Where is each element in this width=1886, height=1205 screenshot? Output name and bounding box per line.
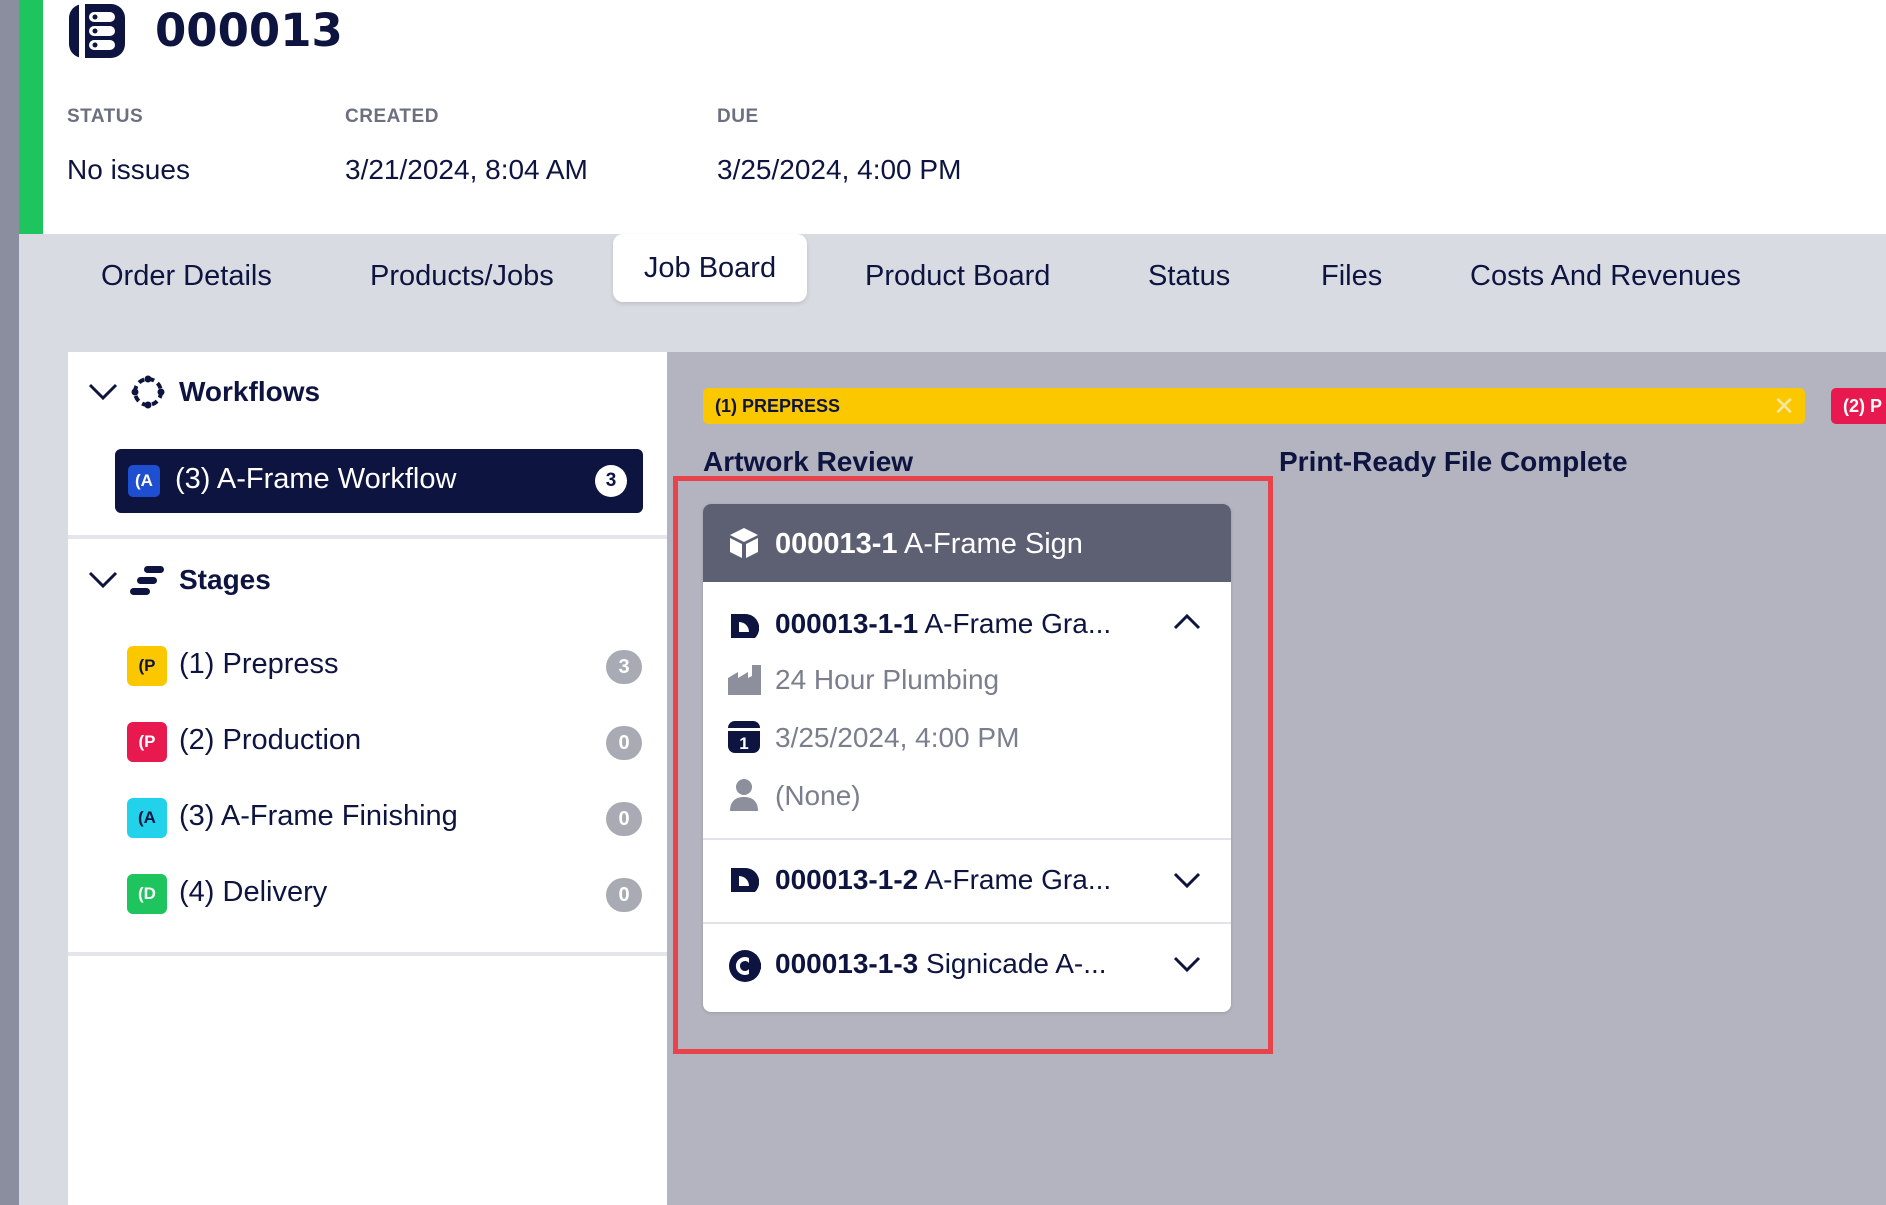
stages-title: Stages — [179, 564, 271, 595]
job-title: 000013-1-1 A-Frame Gra... — [775, 608, 1111, 640]
tab-costs-and-revenues[interactable]: Costs And Revenues — [1470, 248, 1741, 304]
tab-product-board[interactable]: Product Board — [865, 248, 1050, 304]
stage-item-production[interactable]: (P (2) Production 0 — [127, 718, 642, 762]
job-id: 000013-1-1 — [775, 608, 919, 639]
workflows-title: Workflows — [179, 376, 321, 407]
job-name: A-Frame Gra... — [924, 608, 1112, 639]
artwork-icon — [727, 610, 759, 642]
job-title: 000013-1-2 A-Frame Gra... — [775, 864, 1111, 896]
order-number: 000013 — [155, 4, 343, 57]
tab-files[interactable]: Files — [1321, 248, 1382, 304]
chevron-down-icon[interactable] — [88, 570, 118, 590]
product-name: A-Frame Sign — [904, 528, 1083, 560]
stage-label: (2) Production — [179, 724, 362, 756]
workflow-icon — [130, 374, 166, 410]
column-title-artwork-review: Artwork Review — [703, 446, 914, 477]
job-customer: 24 Hour Plumbing — [775, 664, 1000, 695]
chevron-down-icon[interactable] — [1173, 870, 1201, 890]
stage-count: 0 — [606, 726, 642, 760]
workflow-count: 3 — [595, 465, 627, 497]
job-due-date: 3/25/2024, 4:00 PM — [775, 722, 1020, 753]
stage-header-production: (2) P — [1831, 388, 1886, 424]
signicade-icon — [727, 948, 763, 984]
stage-item-prepress[interactable]: (P (1) Prepress 3 — [127, 642, 642, 686]
box-icon — [727, 526, 761, 560]
svg-text:1: 1 — [739, 734, 748, 753]
workflow-label: (3) A-Frame Workflow — [175, 463, 457, 495]
filter-sidebar: Workflows (A (3) A-Frame Workflow 3 Stag… — [68, 352, 667, 1205]
stage-badge: (P — [127, 646, 167, 686]
stage-item-delivery[interactable]: (D (4) Delivery 0 — [127, 870, 642, 914]
section-divider — [68, 952, 667, 956]
job-name: Signicade A-... — [926, 948, 1107, 979]
stage-item-a-frame-finishing[interactable]: (A (3) A-Frame Finishing 0 — [127, 794, 642, 838]
tab-job-board[interactable]: Job Board — [613, 234, 807, 302]
job-id: 000013-1-3 — [775, 948, 919, 979]
tab-order-details[interactable]: Order Details — [101, 248, 272, 304]
status-label: STATUS — [67, 106, 144, 127]
workflow-badge: (A — [128, 465, 160, 497]
tab-status[interactable]: Status — [1148, 248, 1230, 304]
created-value: 3/21/2024, 8:04 AM — [345, 154, 588, 185]
left-edge-strip — [0, 0, 19, 1205]
chevron-down-icon[interactable] — [1173, 954, 1201, 974]
due-label: DUE — [717, 106, 759, 127]
stage-header-prepress: (1) PREPRESS ✕ — [703, 388, 1805, 424]
tab-products-jobs[interactable]: Products/Jobs — [370, 248, 554, 304]
chevron-up-icon[interactable] — [1173, 612, 1201, 632]
job-id: 000013-1-2 — [775, 864, 919, 895]
close-icon[interactable]: ✕ — [1773, 393, 1795, 419]
stage-label: (1) Prepress — [179, 648, 339, 680]
factory-icon — [727, 664, 763, 696]
stage-count: 3 — [606, 650, 642, 684]
stage-count: 0 — [606, 878, 642, 912]
calendar-icon: 1 — [727, 720, 761, 754]
status-value: No issues — [67, 154, 190, 185]
job-name: A-Frame Gra... — [924, 864, 1112, 895]
stage-header-label: (1) PREPRESS — [715, 396, 841, 416]
column-title-print-ready: Print-Ready File Complete — [1279, 446, 1628, 477]
stage-count: 0 — [606, 802, 642, 836]
stage-badge: (D — [127, 874, 167, 914]
stages-icon — [130, 564, 166, 598]
job-row-2[interactable]: 000013-1-2 A-Frame Gra... — [703, 840, 1231, 922]
user-icon — [729, 778, 759, 812]
stage-header-label: (2) P — [1843, 396, 1883, 416]
order-header: 000013 STATUS No issues CREATED 3/21/202… — [19, 0, 1886, 234]
due-value: 3/25/2024, 4:00 PM — [717, 154, 962, 185]
section-divider — [68, 535, 667, 539]
stage-badge: (A — [127, 798, 167, 838]
stage-label: (3) A-Frame Finishing — [179, 800, 458, 832]
tab-bar: Order Details Products/Jobs Job Board Pr… — [19, 234, 1886, 304]
status-color-bar — [19, 0, 43, 234]
job-row-1[interactable]: 000013-1-1 A-Frame Gra... 24 Hour Plumbi… — [703, 582, 1231, 840]
product-id: 000013-1 — [775, 528, 898, 560]
job-title: 000013-1-3 Signicade A-... — [775, 948, 1107, 980]
stage-label: (4) Delivery — [179, 876, 328, 908]
artwork-icon — [727, 864, 759, 896]
chevron-down-icon[interactable] — [88, 382, 118, 402]
created-label: CREATED — [345, 106, 439, 127]
stage-badge: (P — [127, 722, 167, 762]
job-assignee: (None) — [775, 780, 861, 811]
job-row-3[interactable]: 000013-1-3 Signicade A-... — [703, 924, 1231, 1012]
product-card-header[interactable]: 000013-1 A-Frame Sign — [703, 504, 1231, 582]
order-icon — [67, 2, 127, 60]
product-card[interactable]: 000013-1 A-Frame Sign 000013-1-1 A-Frame… — [703, 504, 1231, 1012]
product-title: 000013-1 A-Frame Sign — [775, 528, 1083, 561]
workflow-item-a-frame[interactable]: (A (3) A-Frame Workflow 3 — [115, 449, 643, 513]
